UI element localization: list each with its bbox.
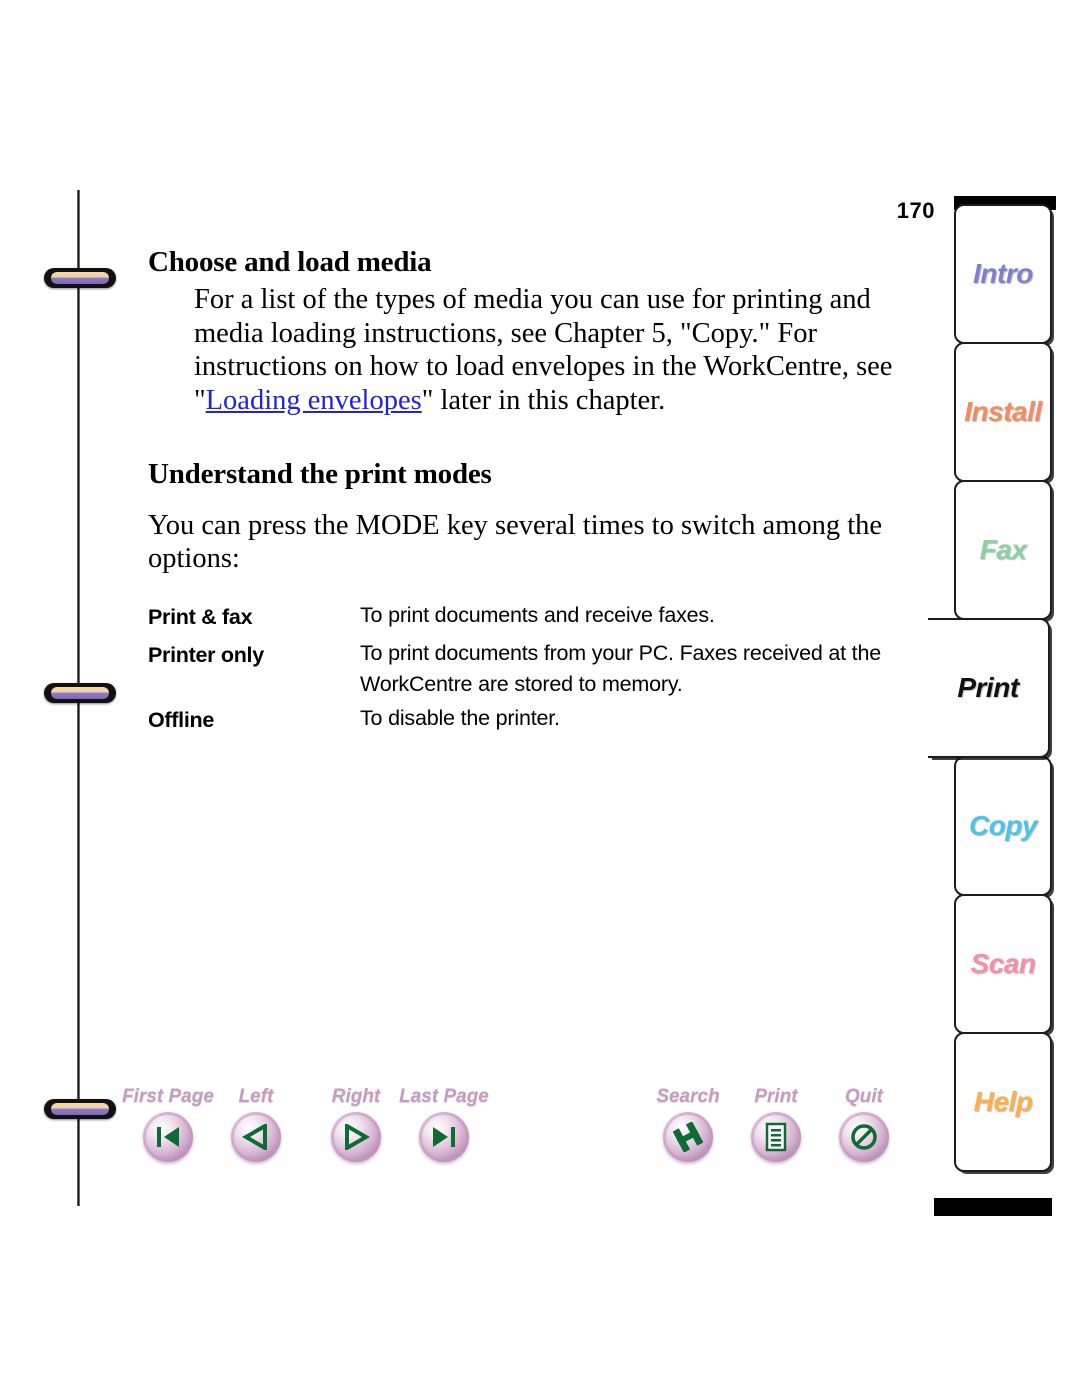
print-modes-heading: Understand the print modes	[148, 457, 492, 490]
search-button[interactable]: Search	[656, 1086, 720, 1162]
sidebar-tab-print[interactable]: Print	[928, 618, 1050, 758]
media-paragraph: For a list of the types of media you can…	[194, 283, 916, 418]
last-page-icon[interactable]	[419, 1112, 469, 1162]
page-root: 170 Choose and load media For a list of …	[0, 0, 1080, 1397]
search-label: Search	[656, 1086, 720, 1107]
sidebar-tab-help-label: Help	[973, 1086, 1033, 1117]
quit-label: Quit	[845, 1086, 883, 1107]
right-label: Right	[331, 1086, 381, 1107]
quit-icon[interactable]	[839, 1112, 889, 1162]
table-row: Print & fax To print documents and recei…	[148, 600, 916, 638]
loading-envelopes-link[interactable]: Loading envelopes	[206, 385, 422, 416]
sidebar-tab-fax-label: Fax	[979, 534, 1027, 565]
binder-ring	[44, 683, 116, 703]
sidebar-tab-print-label: Print	[957, 672, 1019, 703]
sidebar-tab-copy-label: Copy	[969, 810, 1038, 841]
last-page-button[interactable]: Last Page	[399, 1086, 489, 1162]
next-page-icon[interactable]	[331, 1112, 381, 1162]
sidebar-tab-intro[interactable]: Intro	[954, 204, 1052, 344]
print-button[interactable]: Print	[748, 1086, 804, 1162]
first-page-icon[interactable]	[143, 1112, 193, 1162]
next-page-button[interactable]: Right	[328, 1086, 384, 1162]
previous-page-button[interactable]: Left	[228, 1086, 284, 1162]
sidebar-tab-install-label: Install	[964, 396, 1042, 427]
first-page-button[interactable]: First Page	[122, 1086, 214, 1162]
mode-description: To print documents from your PC. Faxes r…	[360, 641, 881, 696]
mode-description: To disable the printer.	[360, 706, 560, 731]
page-title: Choose and load media	[148, 246, 432, 278]
sidebar-tab-install[interactable]: Install	[954, 342, 1052, 482]
sidebar-tab-fax[interactable]: Fax	[954, 480, 1052, 620]
sidebar-tab-help[interactable]: Help	[954, 1032, 1052, 1172]
print-modes-table: Print & fax To print documents and recei…	[148, 600, 916, 742]
media-paragraph-part2: " later in this chapter.	[421, 384, 666, 416]
mode-term: Printer only	[148, 643, 264, 668]
table-row: Offline To disable the printer.	[148, 703, 916, 741]
mode-term: Offline	[148, 708, 214, 733]
sidebar-tab-scan-label: Scan	[970, 948, 1036, 979]
first-page-label: First Page	[122, 1086, 214, 1107]
print-label: Print	[754, 1086, 798, 1107]
binder-ring	[44, 268, 116, 288]
mode-description: To print documents and receive faxes.	[360, 602, 715, 627]
print-icon[interactable]	[751, 1112, 801, 1162]
section-tabs-sidebar: Intro Install Fax Print Copy Scan Help	[928, 196, 1056, 1216]
quit-button[interactable]: Quit	[836, 1086, 892, 1162]
search-icon[interactable]	[663, 1112, 713, 1162]
sidebar-tab-copy[interactable]: Copy	[954, 756, 1052, 896]
sidebar-tab-intro-label: Intro	[973, 258, 1033, 289]
page-navigation-group: First Page Left Right Last Page	[122, 1086, 489, 1162]
sidebar-bottom-shadow	[934, 1198, 1052, 1216]
tools-navigation-group: Search Print Quit	[656, 1086, 892, 1162]
previous-page-icon[interactable]	[231, 1112, 281, 1162]
last-page-label: Last Page	[399, 1086, 489, 1107]
table-row: Printer only To print documents from you…	[148, 638, 916, 703]
left-label: Left	[238, 1086, 274, 1107]
bottom-navigation-bar: First Page Left Right Last Page Search P…	[0, 1086, 920, 1206]
sidebar-tab-scan[interactable]: Scan	[954, 894, 1052, 1034]
print-modes-intro: You can press the MODE key several times…	[148, 509, 883, 575]
mode-term: Print & fax	[148, 604, 253, 629]
page-content: Choose and load media For a list of the …	[148, 246, 916, 742]
